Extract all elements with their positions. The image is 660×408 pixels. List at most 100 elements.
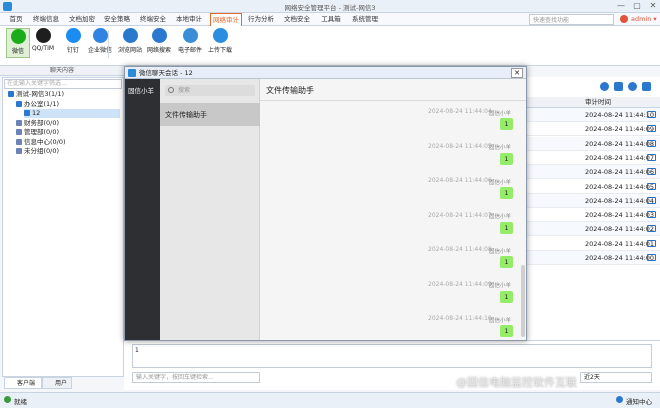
table-row[interactable]: 2024-08-24 11:44:06 xyxy=(526,165,660,180)
group-icon xyxy=(8,91,14,97)
message-bubble[interactable]: 1 xyxy=(500,290,513,303)
notification-icon[interactable] xyxy=(616,396,623,403)
quick-search-input[interactable]: 快速查找功能 xyxy=(529,14,614,25)
toolbar-button-0[interactable]: 微信 xyxy=(6,28,30,58)
menu-item-3[interactable]: 安全策略 xyxy=(101,13,133,26)
audit-time-cell: 2024-08-24 11:44:05 xyxy=(585,182,655,191)
toolbar-button-label: 网络搜索 xyxy=(147,47,172,54)
message-sender: 固信小羊 xyxy=(489,317,512,324)
user-avatar-icon[interactable] xyxy=(620,15,628,23)
audit-time-cell: 2024-08-24 11:44:09 xyxy=(585,125,655,134)
message-bubble[interactable]: 1 xyxy=(500,152,513,165)
tab-clients[interactable]: 客户端 xyxy=(4,377,42,389)
tree-node[interactable]: 办公室(1/1) xyxy=(16,100,120,109)
dialog-close-button[interactable]: ✕ xyxy=(511,68,523,78)
table-row[interactable]: 2024-08-24 11:44:00 xyxy=(526,251,660,265)
search-icon xyxy=(168,87,174,93)
mail-icon xyxy=(182,28,198,43)
tree-node[interactable]: 信息中心(0/0) xyxy=(16,138,120,147)
monitor-icon[interactable] xyxy=(647,254,656,261)
monitor-icon[interactable] xyxy=(647,239,656,247)
account-name: 固信小羊 xyxy=(128,87,154,95)
dingtalk-icon xyxy=(65,28,81,43)
table-row[interactable]: 2024-08-24 11:44:07 xyxy=(526,151,660,165)
monitor-icon[interactable] xyxy=(647,211,656,219)
toolbar-button-label: 微信 xyxy=(11,48,24,55)
toolbar-button-label: QQ/TIM xyxy=(31,45,55,52)
message-bubble[interactable]: 1 xyxy=(500,256,513,268)
message-content-box[interactable]: 1 xyxy=(132,344,652,368)
menu-item-9[interactable]: 工具箱 xyxy=(317,13,345,26)
message-bubble[interactable]: 1 xyxy=(500,187,513,199)
monitor-icon[interactable] xyxy=(647,168,656,176)
toolbar-separator xyxy=(108,30,109,58)
table-row[interactable]: 2024-08-24 11:44:10 xyxy=(526,108,660,122)
toolbar-button-5[interactable]: 网络搜索 xyxy=(147,28,171,54)
tab-users[interactable]: 用户 xyxy=(42,377,72,389)
refresh-icon[interactable] xyxy=(628,82,637,91)
monitor-icon[interactable] xyxy=(647,182,656,190)
monitor-icon[interactable] xyxy=(647,111,656,118)
minimize-button[interactable]: — xyxy=(614,1,628,12)
toolbar-button-2[interactable]: 钉钉 xyxy=(61,28,85,54)
table-row[interactable]: 2024-08-24 11:44:01 xyxy=(526,237,660,251)
message-bubble[interactable]: 1 xyxy=(500,221,513,234)
watermark: @固信电脑监控软件互联 xyxy=(456,376,577,389)
user-menu[interactable]: admin ▾ xyxy=(631,14,657,25)
monitor-icon[interactable] xyxy=(647,153,656,161)
tree-node-label: 未分组(0/0) xyxy=(24,147,60,155)
audit-time-cell: 2024-08-24 11:44:01 xyxy=(585,239,655,248)
dialog-app-icon xyxy=(128,69,136,77)
toolbar-button-6[interactable]: 电子邮件 xyxy=(178,28,202,54)
chat-scrollbar[interactable] xyxy=(521,265,525,337)
close-button[interactable]: ✕ xyxy=(646,1,660,12)
menu-item-0[interactable]: 首页 xyxy=(4,13,28,26)
tree-node[interactable]: 财务部(0/0) xyxy=(16,119,120,128)
menu-item-1[interactable]: 终端信息 xyxy=(30,13,62,26)
table-row[interactable]: 2024-08-24 11:44:05 xyxy=(526,180,660,194)
table-row[interactable]: 2024-08-24 11:44:04 xyxy=(526,193,660,208)
menu-item-8[interactable]: 文档安全 xyxy=(281,13,313,26)
notification-center-button[interactable]: 通知中心 xyxy=(626,396,652,406)
message-sender: 固信小羊 xyxy=(489,110,512,117)
chat-bubble-icon[interactable] xyxy=(600,82,609,91)
monitor-icon[interactable] xyxy=(647,139,656,147)
monitor-icon[interactable] xyxy=(647,225,656,233)
menu-item-6[interactable]: 网络审计 xyxy=(210,13,242,26)
audit-time-cell: 2024-08-24 11:44:04 xyxy=(585,196,655,205)
chat-title: 文件传输助手 xyxy=(266,86,314,95)
download-icon[interactable] xyxy=(642,82,651,91)
tree-filter-input[interactable]: 在此输入关键字筛选... xyxy=(4,79,122,89)
message-bubble[interactable]: 1 xyxy=(500,325,513,337)
toolbar-button-7[interactable]: 上传下载 xyxy=(208,28,232,54)
menu-item-10[interactable]: 系统管理 xyxy=(348,13,382,26)
table-row[interactable]: 2024-08-24 11:44:09 xyxy=(526,122,660,137)
table-row[interactable]: 2024-08-24 11:44:03 xyxy=(526,208,660,223)
keyword-search-input[interactable]: 输入关键字，按回车键检索... xyxy=(132,372,260,383)
tree-node[interactable]: 12 xyxy=(24,109,120,118)
columns-icon[interactable] xyxy=(614,82,623,91)
menu-item-5[interactable]: 本地审计 xyxy=(172,13,206,26)
menu-item-7[interactable]: 行为分析 xyxy=(245,13,277,26)
monitor-icon[interactable] xyxy=(647,196,656,204)
tree-node[interactable]: 管理部(0/0) xyxy=(16,128,120,137)
table-row[interactable]: 2024-08-24 11:44:08 xyxy=(526,136,660,151)
date-range-select[interactable]: 近2天 xyxy=(580,372,652,383)
menu-item-2[interactable]: 文档加密 xyxy=(66,13,98,26)
menu-item-4[interactable]: 终端安全 xyxy=(137,13,169,26)
toolbar-button-4[interactable]: 浏览网站 xyxy=(118,28,142,54)
group-icon xyxy=(16,129,22,135)
table-row[interactable]: 2024-08-24 11:44:02 xyxy=(526,222,660,237)
monitor-icon[interactable] xyxy=(647,125,656,133)
toolbar-button-1[interactable]: QQ/TIM xyxy=(31,28,55,52)
maximize-button[interactable]: ▢ xyxy=(630,1,644,12)
tree-node[interactable]: 测试-网信3(1/1) xyxy=(8,90,120,99)
tree-node[interactable]: 未分组(0/0) xyxy=(16,147,120,156)
audit-time-cell: 2024-08-24 11:44:02 xyxy=(585,225,655,234)
contact-search-input[interactable]: 搜索 xyxy=(165,85,255,96)
tree-node-label: 信息中心(0/0) xyxy=(24,137,66,146)
tree-node-label: 管理部(0/0) xyxy=(24,128,60,136)
audit-time-cell: 2024-08-24 11:44:10 xyxy=(585,111,655,119)
column-header-audit-time[interactable]: 审计时间 xyxy=(585,97,611,108)
message-bubble[interactable]: 1 xyxy=(500,118,513,130)
